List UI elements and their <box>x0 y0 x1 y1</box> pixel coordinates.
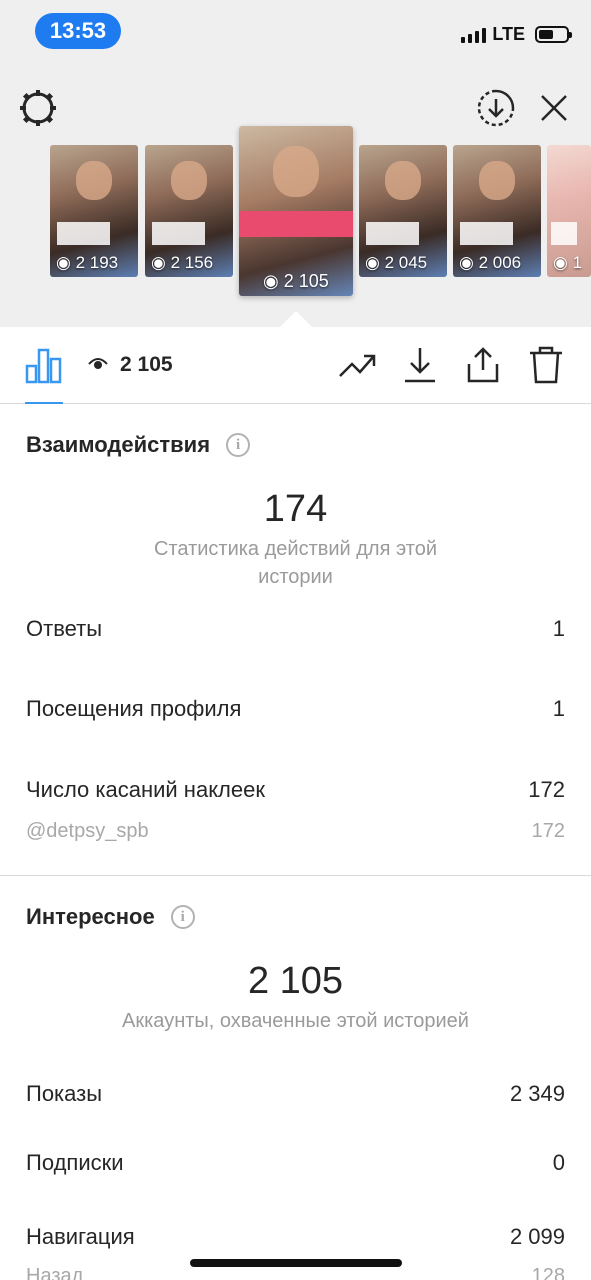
story-views: ◉ 2 156 <box>151 253 214 272</box>
info-icon[interactable]: i <box>170 905 195 929</box>
home-indicator[interactable] <box>190 1259 402 1267</box>
stat-subrow: Назад 128 <box>26 1265 565 1280</box>
stat-value: 1 <box>552 696 565 721</box>
stat-subrow: @detpsy_spb 172 <box>26 820 565 843</box>
story-preview-area: 13:53 LTE ◉ 2 193 ◉ 2 156 ◉ 2 105 ◉ 2 04… <box>0 0 591 327</box>
stat-sub-label: Назад <box>26 1265 84 1280</box>
battery-icon <box>535 26 572 43</box>
story-thumbnail-selected[interactable]: ◉ 2 105 <box>239 126 353 296</box>
view-count-value: 2 105 <box>120 353 173 376</box>
interactions-section: Взаимодействия i 174 Статистика действий… <box>0 404 591 875</box>
stat-label: Ответы <box>26 616 103 641</box>
stat-label: Показы <box>26 1081 103 1106</box>
stat-sub-label: @detpsy_spb <box>26 820 149 842</box>
download-circle-icon[interactable] <box>476 88 516 128</box>
stat-value: 172 <box>528 777 565 802</box>
story-views: ◉ 2 105 <box>263 271 329 291</box>
discovery-caption: Аккаунты, охваченные этой историей <box>122 1010 469 1032</box>
stat-value: 0 <box>552 1150 565 1175</box>
story-thumbnail[interactable]: ◉ 2 006 <box>453 145 541 277</box>
story-views: ◉ 2 045 <box>365 253 428 272</box>
discovery-total: 2 105 <box>247 960 344 1002</box>
network-label: LTE <box>492 24 525 44</box>
stat-label: Число касаний наклеек <box>26 777 265 802</box>
stat-label: Подписки <box>26 1150 124 1175</box>
stat-row: Показы 2 349 <box>26 1081 565 1107</box>
share-icon[interactable] <box>463 345 503 385</box>
story-thumbnail[interactable]: ◉ 2 193 <box>50 145 138 277</box>
story-views: ◉ 1 <box>553 253 583 272</box>
stat-value: 1 <box>552 616 565 641</box>
close-icon[interactable] <box>534 88 574 128</box>
status-time: 13:53 <box>35 13 121 49</box>
info-icon[interactable]: i <box>226 433 251 457</box>
selection-pointer <box>280 311 312 327</box>
download-icon[interactable] <box>400 345 440 385</box>
insights-bar-chart-icon[interactable] <box>24 345 64 385</box>
stat-row: Подписки 0 <box>26 1150 565 1176</box>
section-title: Взаимодействия <box>26 432 211 457</box>
story-thumbnail[interactable]: ◉ 2 156 <box>145 145 233 277</box>
promote-trend-icon[interactable] <box>338 345 378 385</box>
interactions-caption: Статистика действий для этой истории <box>154 538 437 588</box>
discovery-heading: Интересное i <box>26 904 195 930</box>
stat-sub-value: 172 <box>531 820 565 842</box>
stat-row: Ответы 1 <box>26 616 565 642</box>
story-views: ◉ 2 193 <box>56 253 119 272</box>
stat-row: Навигация 2 099 <box>26 1224 565 1250</box>
story-thumbnail-strip: ◉ 2 193 ◉ 2 156 ◉ 2 105 ◉ 2 045 ◉ 2 006 … <box>0 126 591 298</box>
eye-icon <box>88 353 108 377</box>
story-thumbnail[interactable]: ◉ 2 045 <box>359 145 447 277</box>
settings-gear-icon[interactable] <box>18 88 58 128</box>
story-thumbnail[interactable]: ◉ 1 <box>547 145 591 277</box>
stat-row: Посещения профиля 1 <box>26 696 565 722</box>
story-view-count: 2 105 <box>88 353 173 377</box>
interactions-total: 174 <box>263 488 328 530</box>
trash-icon[interactable] <box>526 345 566 385</box>
stat-value: 2 349 <box>509 1081 565 1106</box>
section-title: Интересное <box>26 904 155 929</box>
stat-row: Число касаний наклеек 172 <box>26 777 565 803</box>
status-indicators: LTE <box>461 24 572 45</box>
stat-sub-value: 128 <box>531 1265 565 1280</box>
stat-value: 2 099 <box>509 1224 565 1249</box>
signal-icon <box>461 27 487 43</box>
stat-label: Навигация <box>26 1224 135 1249</box>
interactions-heading: Взаимодействия i <box>26 432 251 458</box>
story-views: ◉ 2 006 <box>459 253 522 272</box>
stat-label: Посещения профиля <box>26 696 242 721</box>
insights-toolbar: 2 105 <box>0 327 591 404</box>
discovery-section: Интересное i 2 105 Аккаунты, охваченные … <box>0 876 591 1280</box>
